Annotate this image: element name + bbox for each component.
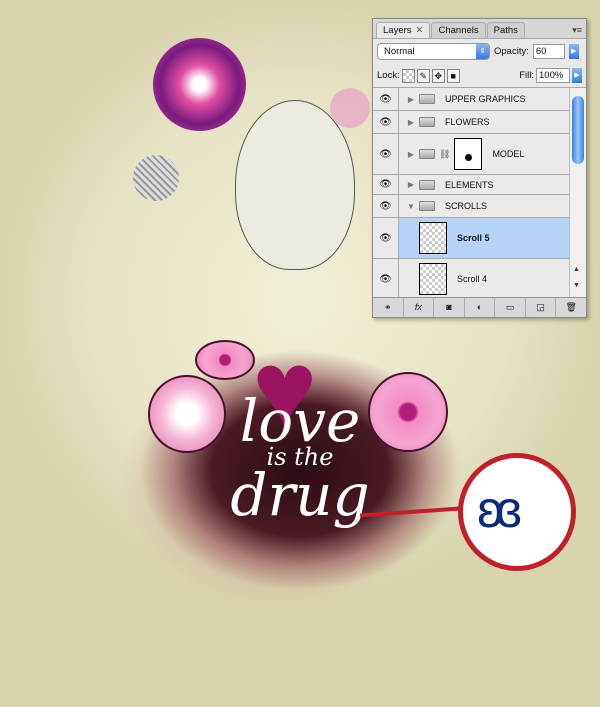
scrollbar-thumb[interactable] [572, 96, 584, 164]
eye-icon[interactable]: 👁 [373, 175, 399, 194]
fill-label: Fill: [519, 70, 534, 81]
expand-arrow-icon[interactable]: ▶ [403, 95, 419, 104]
layers-panel: Layers ✕ Channels Paths ▾≡ Normal ⇕ Opacit… [372, 18, 587, 318]
close-icon[interactable]: ✕ [416, 25, 424, 36]
floral-circle [153, 38, 246, 131]
scroll-detail-callout: ʚɞ [458, 453, 576, 571]
scroll-up-icon[interactable]: ▲ [573, 266, 580, 273]
layer-elements[interactable]: 👁 ▶ ELEMENTS [373, 175, 569, 195]
flower-left [148, 375, 226, 453]
lock-label: Lock: [377, 70, 400, 81]
lock-transparency-icon[interactable] [401, 68, 415, 83]
eye-icon[interactable]: 👁 [373, 259, 399, 299]
layer-flowers[interactable]: 👁 ▶ FLOWERS [373, 111, 569, 134]
layer-name: SCROLLS [445, 201, 488, 211]
layer-name: ELEMENTS [445, 179, 494, 190]
layer-name: Scroll 5 [457, 233, 490, 243]
layers-scrollbar[interactable]: ▲ ▼ [569, 88, 586, 299]
grey-circle [133, 155, 179, 201]
love-is-the-drug-text: love is the drug [225, 387, 375, 529]
layer-model[interactable]: 👁 ▶ ⛓ MODEL [373, 134, 569, 175]
lock-position-icon[interactable]: ✥ [431, 68, 445, 83]
folder-icon [419, 179, 435, 190]
flower-right [368, 372, 448, 452]
chain-link-icon[interactable]: ⛓ [439, 149, 450, 160]
tab-label: Layers [383, 25, 412, 36]
tab-layers[interactable]: Layers ✕ [376, 22, 431, 38]
tab-channels[interactable]: Channels [431, 22, 486, 38]
folder-icon [419, 117, 435, 127]
layer-name: Scroll 4 [457, 274, 488, 284]
layer-name: MODEL [492, 149, 525, 159]
panel-bottom-toolbar: ⚭ fx ◙ ◐ ▭ ◲ 🗑 [373, 297, 586, 317]
mask-thumbnail[interactable] [454, 138, 483, 170]
fill-slider-button[interactable]: ▶ [572, 68, 582, 83]
folder-icon [419, 149, 435, 159]
layer-name: FLOWERS [445, 117, 490, 127]
eye-icon[interactable]: 👁 [373, 88, 399, 110]
layer-thumbnail [419, 263, 447, 295]
link-icon[interactable]: ⚭ [373, 298, 404, 317]
expand-arrow-icon[interactable]: ▶ [403, 150, 419, 159]
opacity-slider-button[interactable]: ▶ [568, 44, 579, 59]
panel-tabs: Layers ✕ Channels Paths ▾≡ [373, 19, 586, 39]
text-love: love [239, 387, 361, 455]
scroll-down-icon[interactable]: ▼ [573, 282, 580, 289]
eye-icon[interactable]: 👁 [373, 134, 399, 174]
new-layer-icon[interactable]: ◲ [526, 298, 557, 317]
lock-all-icon[interactable]: ■ [446, 68, 460, 83]
expand-arrow-icon[interactable]: ▶ [403, 180, 419, 189]
blend-mode-value: Normal [384, 46, 415, 57]
lock-pixels-icon[interactable]: ✎ [416, 68, 430, 83]
mask-icon[interactable]: ◙ [434, 298, 465, 317]
eye-icon[interactable]: 👁 [373, 195, 399, 217]
panel-menu-icon[interactable]: ▾≡ [572, 25, 582, 36]
new-group-icon[interactable]: ▭ [495, 298, 526, 317]
trash-icon[interactable]: 🗑 [556, 298, 586, 317]
eye-icon[interactable]: 👁 [373, 218, 399, 258]
text-drug: drug [230, 460, 370, 529]
collapse-arrow-icon[interactable]: ▼ [403, 202, 419, 211]
layer-name: UPPER GRAPHICS [445, 94, 526, 104]
flower-top [195, 340, 255, 380]
layer-scrolls[interactable]: 👁 ▼ SCROLLS [373, 195, 569, 218]
layer-thumbnail [419, 222, 447, 254]
eye-icon[interactable]: 👁 [373, 111, 399, 133]
folder-icon [419, 201, 435, 211]
select-arrows-icon: ⇕ [476, 44, 489, 59]
expand-arrow-icon[interactable]: ▶ [403, 118, 419, 127]
layers-list: 👁 ▶ UPPER GRAPHICS 👁 ▶ FLOWERS 👁 ▶ ⛓ MODEL 👁 ▶ EL… [373, 88, 569, 299]
blend-mode-select[interactable]: Normal ⇕ [377, 43, 490, 60]
tab-paths[interactable]: Paths [486, 22, 525, 38]
opacity-input[interactable]: 60 [532, 44, 565, 59]
fx-icon[interactable]: fx [404, 298, 435, 317]
model-face [235, 100, 355, 270]
scroll-ornament: ʚɞ [477, 481, 522, 539]
layer-scroll-4[interactable]: 👁 Scroll 4 [373, 259, 569, 299]
layer-upper-graphics[interactable]: 👁 ▶ UPPER GRAPHICS [373, 88, 569, 111]
fill-input[interactable]: 100% [536, 68, 570, 83]
layer-scroll-5[interactable]: 👁 Scroll 5 [373, 218, 569, 259]
folder-icon [419, 94, 435, 104]
opacity-label: Opacity: [494, 46, 529, 57]
adjustment-icon[interactable]: ◐ [465, 298, 496, 317]
